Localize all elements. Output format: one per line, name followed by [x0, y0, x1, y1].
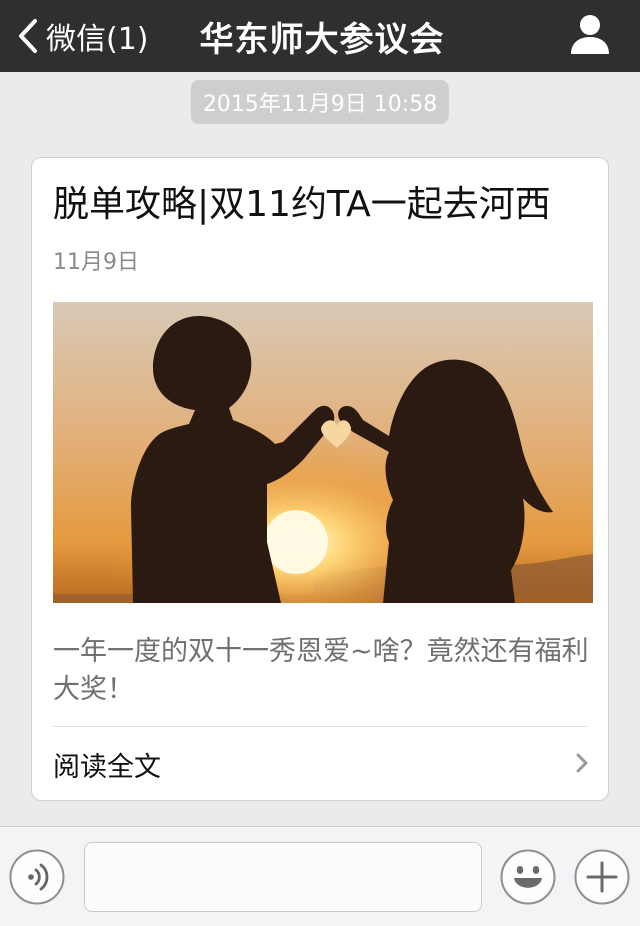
article-cover-image[interactable] — [53, 302, 593, 603]
voice-button[interactable] — [9, 849, 65, 905]
chat-title: 华东师大参议会 — [199, 19, 445, 60]
article-card[interactable]: 脱单攻略|双11约TA一起去河西 11月9日 一年一度的双十一秀恩爱~啥？竟然还… — [31, 157, 609, 801]
read-more-label: 阅读全文 — [53, 752, 161, 783]
cover-illustration — [53, 302, 593, 603]
more-options-button[interactable] — [574, 849, 630, 905]
smiley-icon — [500, 849, 556, 905]
message-input[interactable] — [84, 842, 482, 912]
voice-icon — [9, 849, 65, 905]
chevron-right-icon — [576, 753, 588, 773]
plus-icon — [574, 849, 630, 905]
nav-bar: 微信(1) 华东师大参议会 — [0, 0, 640, 72]
emoji-button[interactable] — [500, 849, 556, 905]
profile-button[interactable] — [568, 12, 612, 56]
article-date: 11月9日 — [53, 250, 139, 275]
article-title: 脱单攻略|双11约TA一起去河西 — [53, 184, 551, 225]
message-timestamp: 2015年11月9日 10:58 — [190, 80, 450, 124]
read-full-article-link[interactable]: 阅读全文 — [32, 727, 608, 801]
article-summary: 一年一度的双十一秀恩爱~啥？竟然还有福利大奖！ — [53, 636, 589, 705]
chat-input-bar — [0, 826, 640, 926]
person-icon — [571, 15, 609, 54]
